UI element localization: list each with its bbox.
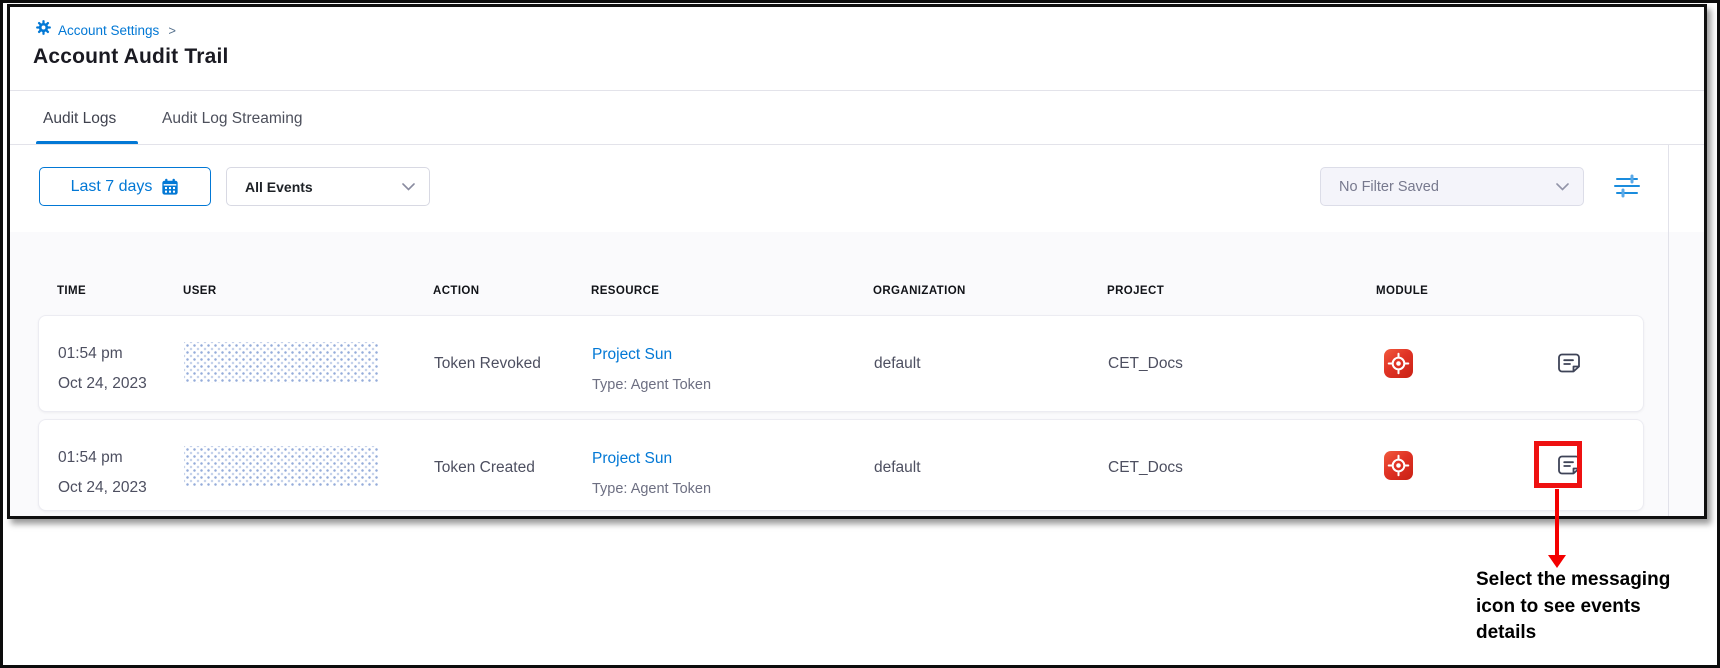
audit-trail-window: Account Settings > Account Audit Trail A…: [7, 4, 1707, 519]
time-cell: 01:54 pm Oct 24, 2023: [58, 443, 147, 503]
project-cell: CET_Docs: [1108, 459, 1183, 477]
column-header-resource: RESOURCE: [591, 285, 659, 297]
calendar-icon: [161, 178, 179, 196]
date-range-label: Last 7 days: [71, 178, 153, 196]
project-cell: CET_Docs: [1108, 355, 1183, 373]
resource-link[interactable]: Project Sun: [592, 444, 711, 474]
saved-filter-value: No Filter Saved: [1339, 179, 1439, 195]
gear-icon: [36, 20, 51, 40]
time-cell: 01:54 pm Oct 24, 2023: [58, 339, 147, 399]
breadcrumb[interactable]: Account Settings >: [36, 20, 176, 40]
saved-filter-select[interactable]: No Filter Saved: [1320, 167, 1584, 206]
page-title: Account Audit Trail: [33, 45, 229, 69]
breadcrumb-account-settings[interactable]: Account Settings: [58, 23, 159, 38]
annotation-arrow: [1555, 489, 1559, 556]
action-cell: Token Revoked: [434, 355, 541, 373]
user-redacted: [184, 446, 378, 486]
table-row: 01:54 pm Oct 24, 2023 Token Created Proj…: [38, 419, 1644, 511]
resource-link[interactable]: Project Sun: [592, 340, 711, 370]
events-filter-value: All Events: [245, 179, 313, 195]
message-icon: [1556, 364, 1582, 379]
chevron-down-icon: [402, 178, 415, 196]
divider: [10, 90, 1704, 91]
divider: [10, 144, 1704, 145]
events-filter-select[interactable]: All Events: [226, 167, 430, 206]
action-cell: Token Created: [434, 459, 535, 477]
cet-module-icon: [1384, 349, 1413, 378]
sliders-icon: [1612, 187, 1642, 202]
annotation-text: Select the messaging icon to see events …: [1476, 567, 1706, 647]
column-header-action: ACTION: [433, 285, 479, 297]
resource-cell: Project Sun Type: Agent Token: [592, 444, 711, 504]
resource-type: Type: Agent Token: [592, 370, 711, 400]
column-header-user: USER: [183, 285, 217, 297]
highlight-box: [1534, 441, 1582, 488]
breadcrumb-chevron-icon: >: [168, 23, 176, 38]
event-details-button[interactable]: [1555, 351, 1582, 377]
cet-module-icon: [1384, 451, 1413, 480]
tab-audit-logs[interactable]: Audit Logs: [43, 110, 116, 128]
column-header-project: PROJECT: [1107, 285, 1164, 297]
user-redacted: [184, 342, 378, 383]
filter-settings-button[interactable]: [1611, 173, 1643, 201]
column-header-organization: ORGANIZATION: [873, 285, 966, 297]
organization-cell: default: [874, 355, 921, 373]
divider: [1668, 145, 1669, 516]
date-range-button[interactable]: Last 7 days: [39, 167, 211, 206]
column-header-time: TIME: [57, 285, 86, 297]
resource-type: Type: Agent Token: [592, 474, 711, 504]
column-header-module: MODULE: [1376, 285, 1428, 297]
table-row: 01:54 pm Oct 24, 2023 Token Revoked Proj…: [38, 315, 1644, 412]
chevron-down-icon: [1556, 178, 1569, 196]
tab-audit-log-streaming[interactable]: Audit Log Streaming: [162, 110, 302, 128]
resource-cell: Project Sun Type: Agent Token: [592, 340, 711, 400]
organization-cell: default: [874, 459, 921, 477]
